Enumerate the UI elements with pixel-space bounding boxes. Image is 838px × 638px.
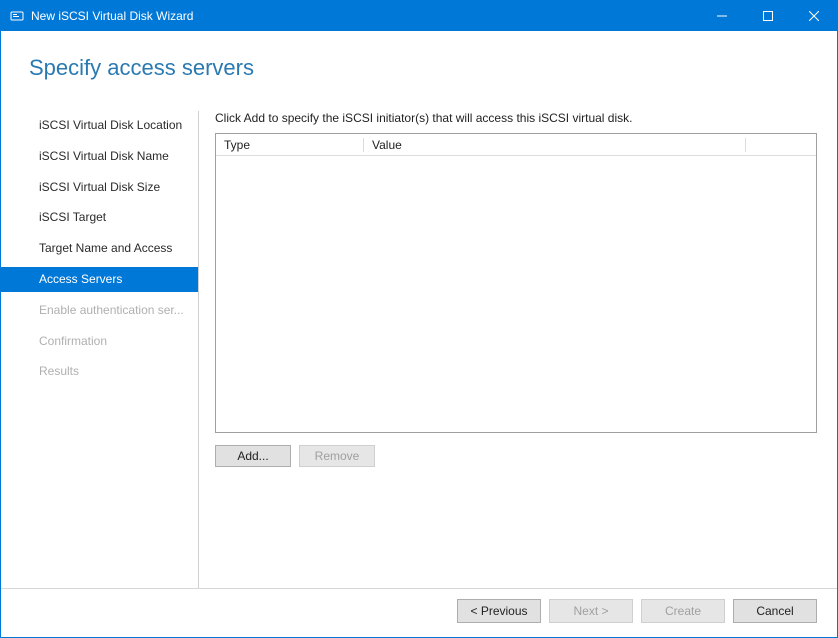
next-button: Next > — [549, 599, 633, 623]
sidebar-item-results: Results — [1, 359, 198, 384]
initiators-table[interactable]: Type Value — [215, 133, 817, 433]
remove-button: Remove — [299, 445, 375, 467]
sidebar-item-name[interactable]: iSCSI Virtual Disk Name — [1, 144, 198, 169]
page-title: Specify access servers — [1, 31, 837, 81]
wizard-sidebar: iSCSI Virtual Disk Location iSCSI Virtua… — [1, 111, 199, 588]
sidebar-item-target-name[interactable]: Target Name and Access — [1, 236, 198, 261]
wizard-icon — [9, 8, 25, 24]
window-title: New iSCSI Virtual Disk Wizard — [31, 9, 699, 23]
close-button[interactable] — [791, 1, 837, 31]
maximize-button[interactable] — [745, 1, 791, 31]
column-value[interactable]: Value — [364, 138, 746, 152]
sidebar-item-confirmation: Confirmation — [1, 329, 198, 354]
sidebar-item-auth: Enable authentication ser... — [1, 298, 198, 323]
instruction-text: Click Add to specify the iSCSI initiator… — [215, 111, 817, 125]
sidebar-item-size[interactable]: iSCSI Virtual Disk Size — [1, 175, 198, 200]
minimize-button[interactable] — [699, 1, 745, 31]
sidebar-item-access-servers[interactable]: Access Servers — [1, 267, 198, 292]
sidebar-item-target[interactable]: iSCSI Target — [1, 205, 198, 230]
add-button[interactable]: Add... — [215, 445, 291, 467]
cancel-button[interactable]: Cancel — [733, 599, 817, 623]
sidebar-item-location[interactable]: iSCSI Virtual Disk Location — [1, 113, 198, 138]
create-button: Create — [641, 599, 725, 623]
table-header: Type Value — [216, 134, 816, 156]
footer: < Previous Next > Create Cancel — [1, 588, 837, 637]
previous-button[interactable]: < Previous — [457, 599, 541, 623]
titlebar: New iSCSI Virtual Disk Wizard — [1, 1, 837, 31]
column-type[interactable]: Type — [216, 138, 364, 152]
